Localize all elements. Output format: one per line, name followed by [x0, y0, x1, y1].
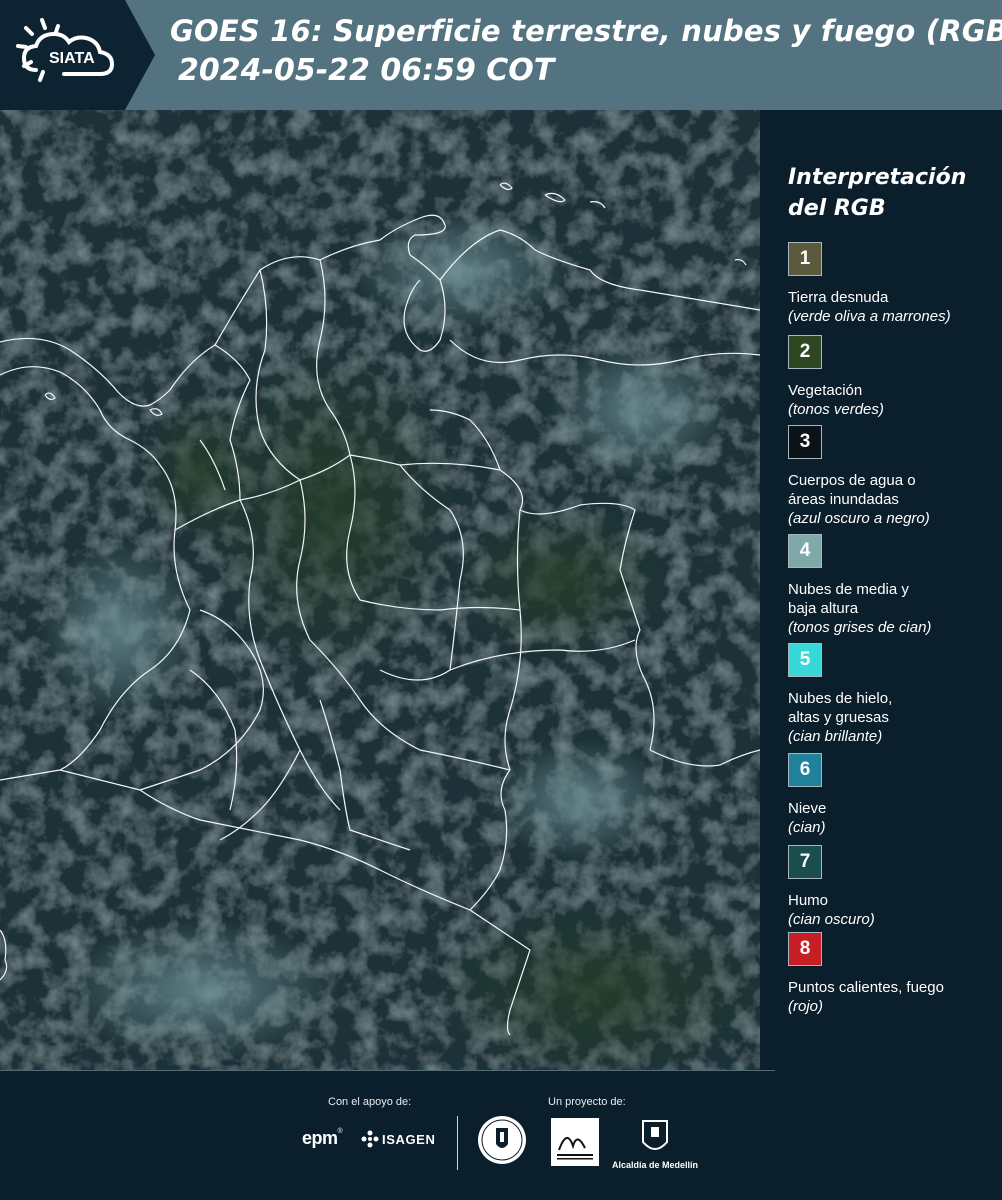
legend-swatch: 5	[788, 643, 822, 677]
support-label: Con el apoyo de:	[328, 1096, 412, 1108]
footer: Con el apoyo de: Un proyecto de: epm® IS…	[0, 1070, 1002, 1200]
legend-item: 5 Nubes de hielo, altas y gruesas (cian br…	[788, 643, 998, 746]
seal-logo	[478, 1116, 526, 1164]
legend-description: (cian oscuro)	[788, 911, 875, 928]
page-title: GOES 16: Superficie terrestre, nubes y f…	[170, 14, 1002, 48]
alcaldia-text: Alcaldía de Medellín	[612, 1160, 699, 1170]
area-metropolitana-logo	[551, 1118, 599, 1166]
siata-logo-block: SIATA	[0, 0, 155, 110]
legend-swatch: 7	[788, 845, 822, 879]
legend-label: Tierra desnuda	[788, 289, 889, 306]
timestamp: 2024-05-22 06:59 COT	[178, 53, 555, 88]
footer-divider	[0, 1070, 775, 1071]
legend-description: (azul oscuro a negro)	[788, 510, 930, 527]
logo-text: SIATA	[49, 50, 95, 67]
satellite-image	[0, 110, 760, 1070]
legend-swatch: 8	[788, 932, 822, 966]
epm-logo: epm®	[302, 1128, 343, 1148]
legend-label: Nubes de hielo, altas y gruesas	[788, 690, 893, 726]
siata-logo: SIATA	[16, 18, 115, 82]
legend-description: (verde oliva a marrones)	[788, 308, 951, 325]
epm-logo-text: epm	[302, 1128, 338, 1148]
legend-swatch: 1	[788, 242, 822, 276]
header-bar: SIATA GOES 16: Superficie terrestre, nub…	[0, 0, 1002, 110]
satellite-map[interactable]	[0, 110, 761, 1070]
legend-label: Cuerpos de agua o áreas inundadas	[788, 472, 916, 508]
project-label: Un proyecto de:	[548, 1096, 626, 1108]
legend-description: (rojo)	[788, 998, 824, 1015]
legend-item: 3 Cuerpos de agua o áreas inundadas (azul …	[788, 425, 998, 528]
legend-label: Vegetación	[788, 382, 863, 399]
legend-description: (tonos verdes)	[788, 401, 884, 418]
footer-separator	[457, 1116, 458, 1170]
legend-swatch: 2	[788, 335, 822, 369]
legend-description: (cian brillante)	[788, 728, 883, 745]
legend-label: Puntos calientes, fuego	[788, 979, 944, 996]
legend-description: (tonos grises de cian)	[788, 619, 932, 636]
legend-item: 2 Vegetación (tonos verdes)	[788, 335, 998, 419]
legend-label: Nieve	[788, 800, 827, 817]
legend-item: 4 Nubes de media y baja altura (tonos gris…	[788, 534, 998, 637]
legend-swatch: 6	[788, 753, 822, 787]
legend-title: Interpretación del RGB	[788, 165, 967, 221]
legend-item: 1 Tierra desnuda (verde oliva a marrones)	[788, 242, 998, 326]
legend-item: 6 Nieve (cian)	[788, 753, 998, 837]
legend-swatch: 4	[788, 534, 822, 568]
legend-panel: Interpretación del RGB 1 Tierra desnuda (v…	[760, 110, 1002, 1070]
isagen-icon	[361, 1130, 379, 1148]
legend-label: Humo	[788, 892, 829, 909]
isagen-text: ISAGEN	[382, 1132, 436, 1147]
legend-label: Nubes de media y baja altura	[788, 581, 909, 617]
alcaldia-shield-logo	[642, 1120, 668, 1150]
legend-item: 7 Humo (cian oscuro)	[788, 845, 998, 929]
legend-item: 8 Puntos calientes, fuego (rojo)	[788, 932, 998, 1016]
legend-description: (cian)	[788, 819, 826, 836]
legend-swatch: 3	[788, 425, 822, 459]
